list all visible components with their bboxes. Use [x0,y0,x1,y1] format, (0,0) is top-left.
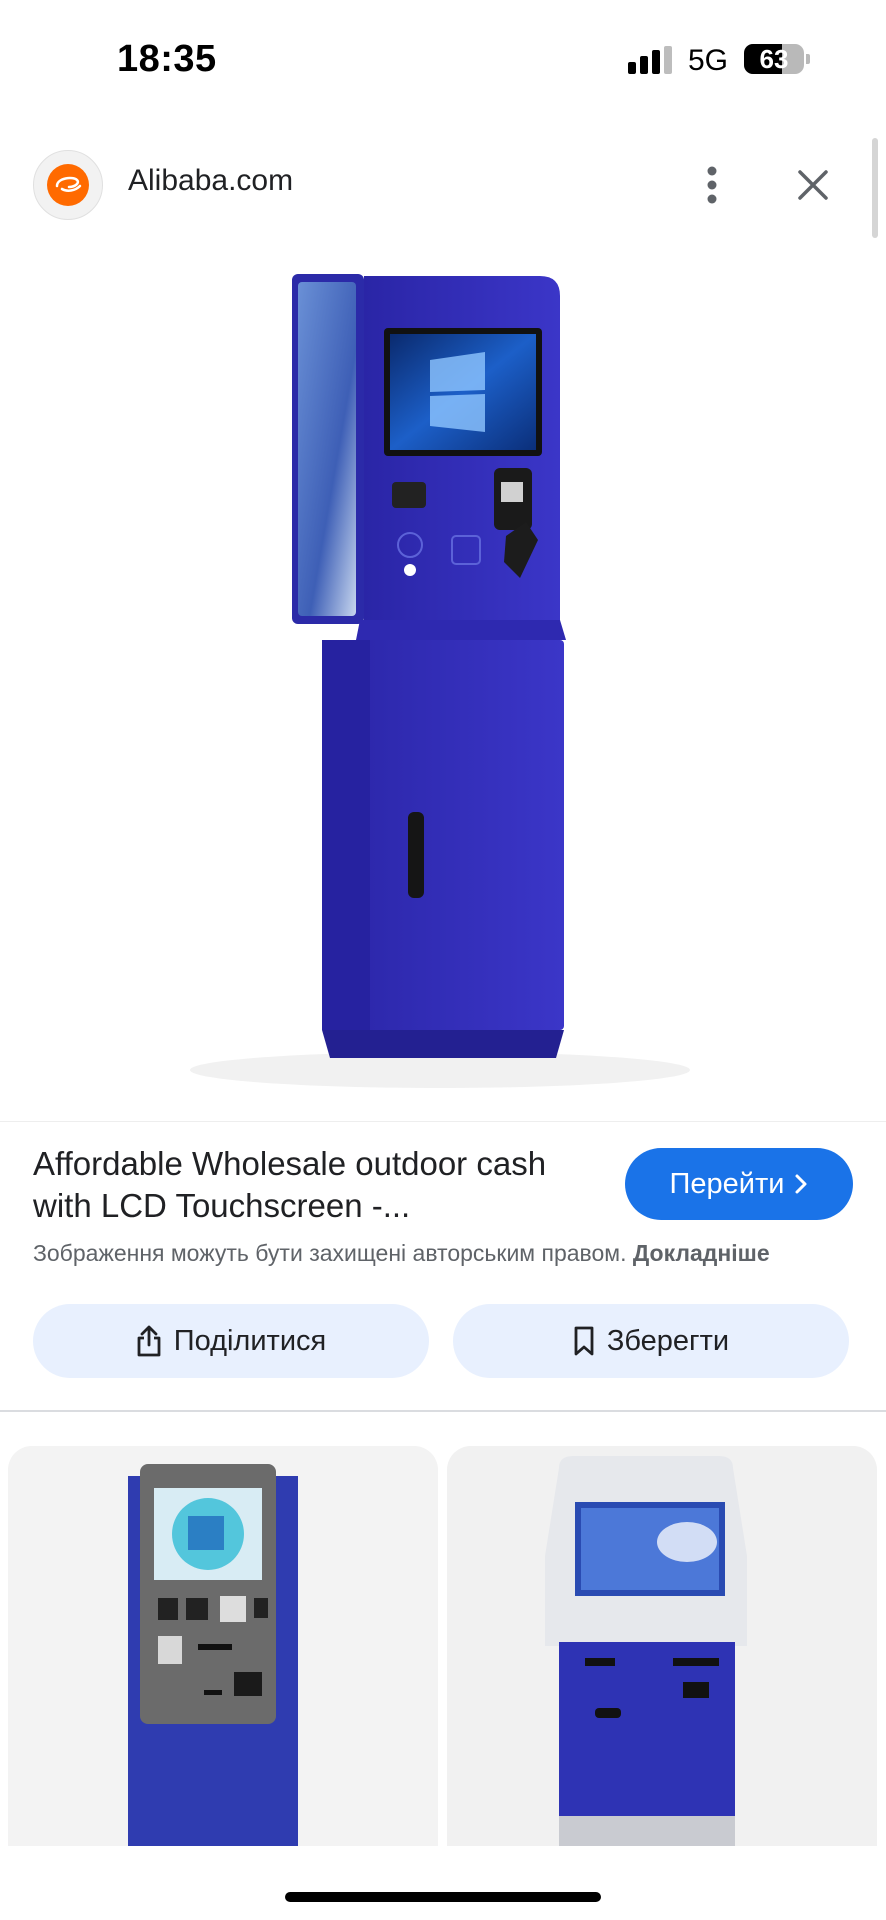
visit-button-label: Перейти [669,1167,785,1200]
divider [0,1121,886,1122]
learn-more-link[interactable]: Докладніше [633,1240,770,1266]
home-indicator[interactable] [285,1892,601,1902]
signal-strength-icon [628,46,672,74]
battery-level: 63 [759,44,789,74]
related-kiosk-image [447,1446,877,1846]
battery-icon: 63 [744,44,804,74]
more-options-button[interactable] [690,160,734,210]
alibaba-logo-icon [47,164,89,206]
scrollbar-thumb[interactable] [872,138,878,238]
site-favicon[interactable] [33,150,103,220]
related-image-card[interactable] [447,1446,877,1846]
section-divider [0,1410,886,1412]
battery-cap [806,54,810,64]
bookmark-icon [574,1326,594,1356]
result-title[interactable]: Affordable Wholesale outdoor cash with L… [33,1143,603,1227]
copyright-text: Зображення можуть бути захищені авторськ… [33,1240,627,1266]
chevron-right-icon [795,1174,807,1194]
share-button[interactable]: Поділитися [33,1304,429,1378]
main-product-image[interactable] [0,240,886,1120]
result-header: Alibaba.com [0,140,886,230]
site-name[interactable]: Alibaba.com [128,164,293,198]
copyright-notice: Зображення можуть бути захищені авторськ… [33,1240,770,1267]
more-vert-icon [707,166,717,204]
status-bar: 18:35 5G 63 [0,0,886,120]
status-time: 18:35 [117,38,217,80]
save-button-label: Зберегти [606,1324,730,1357]
visit-button[interactable]: Перейти [625,1148,853,1220]
related-image-card[interactable] [8,1446,438,1846]
related-kiosk-image [8,1446,438,1846]
close-icon [798,170,828,200]
close-button[interactable] [788,160,838,210]
share-button-label: Поділитися [173,1324,327,1357]
share-icon [137,1325,161,1357]
save-button[interactable]: Зберегти [453,1304,849,1378]
kiosk-image [190,274,690,1088]
network-type: 5G [688,44,729,77]
